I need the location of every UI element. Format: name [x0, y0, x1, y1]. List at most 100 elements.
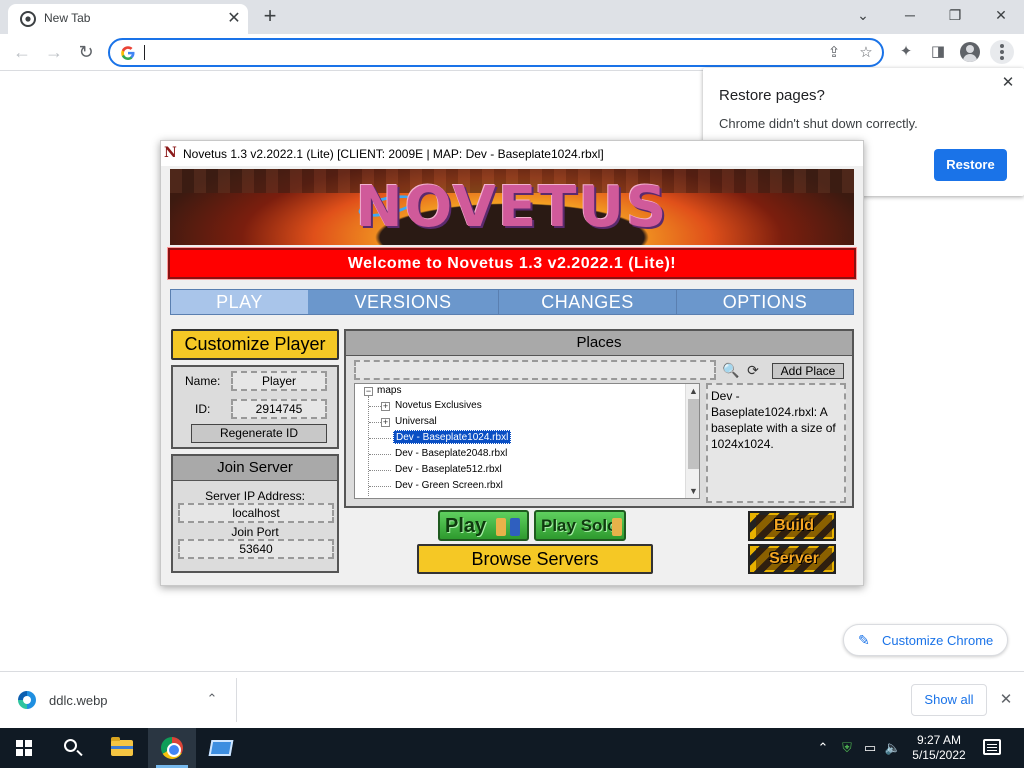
play-button[interactable]: Play	[438, 510, 529, 541]
volume-icon[interactable]: 🔈	[884, 740, 902, 756]
build-button[interactable]: Build	[748, 511, 836, 541]
bookmark-star-icon[interactable]: ☆	[856, 43, 876, 63]
shelf-divider	[236, 678, 237, 722]
defender-shield-icon[interactable]: ⛨	[838, 740, 856, 756]
places-tree[interactable]: − maps + Novetus Exclusives + Universal …	[354, 383, 700, 499]
join-server-header: Join Server	[171, 454, 339, 482]
tray-chevron-up-icon[interactable]: ⌃	[815, 740, 831, 756]
restore-close-icon[interactable]: ✕	[999, 73, 1017, 91]
welcome-banner: Welcome to Novetus 1.3 v2.2022.1 (Lite)!	[167, 247, 857, 280]
restore-window-button[interactable]: ❐	[941, 4, 969, 28]
join-server-panel: Server IP Address: localhost Join Port 5…	[171, 481, 339, 573]
server-ip-label: Server IP Address:	[205, 489, 305, 503]
search-icon	[64, 739, 77, 752]
tree-root-maps[interactable]: maps	[377, 384, 401, 398]
tree-item[interactable]: Dev - Baseplate512.rbxl	[395, 463, 502, 477]
tab-play[interactable]: PLAY	[171, 290, 308, 314]
refresh-icon[interactable]: ⟳	[744, 361, 762, 379]
join-port-label: Join Port	[231, 525, 279, 539]
regenerate-id-button[interactable]: Regenerate ID	[191, 424, 327, 443]
folder-icon	[111, 737, 133, 756]
close-window-button[interactable]: ✕	[987, 4, 1015, 28]
network-icon[interactable]: ▭	[861, 740, 879, 756]
taskbar-clock[interactable]: 9:27 AM 5/15/2022	[902, 733, 976, 763]
browse-servers-button[interactable]: Browse Servers	[417, 544, 653, 574]
novetus-banner: NOVETUS	[170, 169, 854, 245]
player-figure-icon	[510, 518, 520, 536]
chevron-up-icon[interactable]: ⌃	[204, 691, 220, 707]
add-place-button[interactable]: Add Place	[772, 363, 844, 379]
name-field[interactable]: Player	[231, 371, 327, 391]
google-g-icon	[121, 46, 135, 60]
id-label: ID:	[195, 402, 211, 416]
extensions-icon[interactable]: ✦	[895, 41, 917, 63]
start-button[interactable]	[0, 728, 48, 768]
restore-button[interactable]: Restore	[934, 149, 1007, 181]
scroll-thumb[interactable]	[688, 399, 699, 469]
tree-item[interactable]: Dev - Baseplate2048.rbxl	[395, 447, 507, 461]
show-all-button[interactable]: Show all	[911, 684, 987, 716]
minimize-button[interactable]: ─	[896, 4, 924, 28]
download-filename[interactable]: ddlc.webp	[49, 693, 108, 708]
reload-button[interactable]: ↻	[74, 40, 98, 64]
tree-folder-universal[interactable]: Universal	[395, 415, 437, 429]
tree-connector	[369, 406, 381, 407]
side-panel-icon[interactable]: ◨	[927, 41, 949, 63]
tree-folder-novetus-exclusives[interactable]: Novetus Exclusives	[395, 399, 482, 413]
tree-connector	[369, 470, 391, 471]
tree-expand-icon[interactable]: +	[381, 402, 390, 411]
tree-collapse-icon[interactable]: −	[364, 387, 373, 396]
tree-item[interactable]: Dev - Green Screen.rbxl	[395, 479, 503, 493]
play-solo-button[interactable]: Play Solo	[534, 510, 626, 541]
tab-new-tab[interactable]: New Tab ✕	[8, 4, 248, 34]
chrome-icon	[161, 737, 183, 759]
tree-scrollbar[interactable]: ▲ ▼	[685, 384, 699, 498]
player-figure-icon	[496, 518, 506, 536]
search-icon[interactable]: 🔍	[722, 361, 740, 379]
taskbar-chrome[interactable]	[148, 728, 196, 768]
tree-expand-icon[interactable]: +	[381, 418, 390, 427]
tree-item-selected[interactable]: Dev - Baseplate1024.rbxl	[393, 430, 512, 444]
notification-center-icon[interactable]	[983, 739, 1001, 755]
tab-title: New Tab	[44, 11, 91, 25]
tree-connector	[369, 486, 391, 487]
novetus-window: N Novetus 1.3 v2.2022.1 (Lite) [CLIENT: …	[160, 140, 864, 586]
new-tab-button[interactable]: +	[258, 5, 282, 29]
tab-versions[interactable]: VERSIONS	[308, 290, 498, 314]
places-panel: 🔍 ⟳ Add Place − maps + Novetus Exclusive…	[344, 356, 854, 508]
join-port-field[interactable]: 53640	[178, 539, 334, 559]
tab-options[interactable]: OPTIONS	[677, 290, 853, 314]
clock-date: 5/15/2022	[912, 748, 966, 762]
server-button[interactable]: Server	[748, 544, 836, 574]
customize-chrome-button[interactable]: ✎ Customize Chrome	[843, 624, 1008, 656]
banner-logo-text: NOVETUS	[355, 175, 669, 240]
play-button-label: Play	[445, 515, 487, 537]
profile-avatar-icon[interactable]	[960, 42, 980, 62]
places-search-input[interactable]	[354, 360, 716, 380]
novetus-titlebar[interactable]: N Novetus 1.3 v2.2022.1 (Lite) [CLIENT: …	[161, 141, 863, 166]
scroll-up-icon[interactable]: ▲	[686, 384, 699, 398]
name-label: Name:	[185, 374, 221, 388]
player-info-panel: Name: Player ID: 2914745 Regenerate ID	[171, 365, 339, 449]
share-icon[interactable]: ⇪	[824, 43, 844, 63]
shelf-close-icon[interactable]: ✕	[997, 690, 1015, 708]
tab-changes[interactable]: CHANGES	[499, 290, 676, 314]
back-button[interactable]: ←	[10, 40, 34, 64]
customize-chrome-label: Customize Chrome	[882, 633, 994, 648]
scroll-down-icon[interactable]: ▼	[686, 484, 699, 498]
taskbar-search-button[interactable]	[48, 728, 96, 768]
chrome-menu-icon[interactable]	[990, 40, 1014, 64]
play-solo-label: Play Solo	[541, 516, 618, 535]
address-bar[interactable]: ⇪ ☆	[108, 38, 884, 67]
forward-button[interactable]: →	[42, 40, 66, 64]
taskbar-novetus[interactable]	[198, 728, 246, 768]
tab-search-icon[interactable]: ⌄	[849, 4, 877, 28]
novetus-logo-icon: N	[164, 145, 177, 161]
taskbar: ⌃ ⛨ ▭ 🔈 9:27 AM 5/15/2022	[0, 728, 1024, 768]
customize-player-button[interactable]: Customize Player	[171, 329, 339, 360]
server-ip-field[interactable]: localhost	[178, 503, 334, 523]
taskbar-file-explorer[interactable]	[98, 728, 146, 768]
tab-close-icon[interactable]: ✕	[224, 9, 244, 29]
browser-toolbar: ← → ↻ ⇪ ☆ ✦ ◨	[0, 34, 1024, 71]
id-field[interactable]: 2914745	[231, 399, 327, 419]
